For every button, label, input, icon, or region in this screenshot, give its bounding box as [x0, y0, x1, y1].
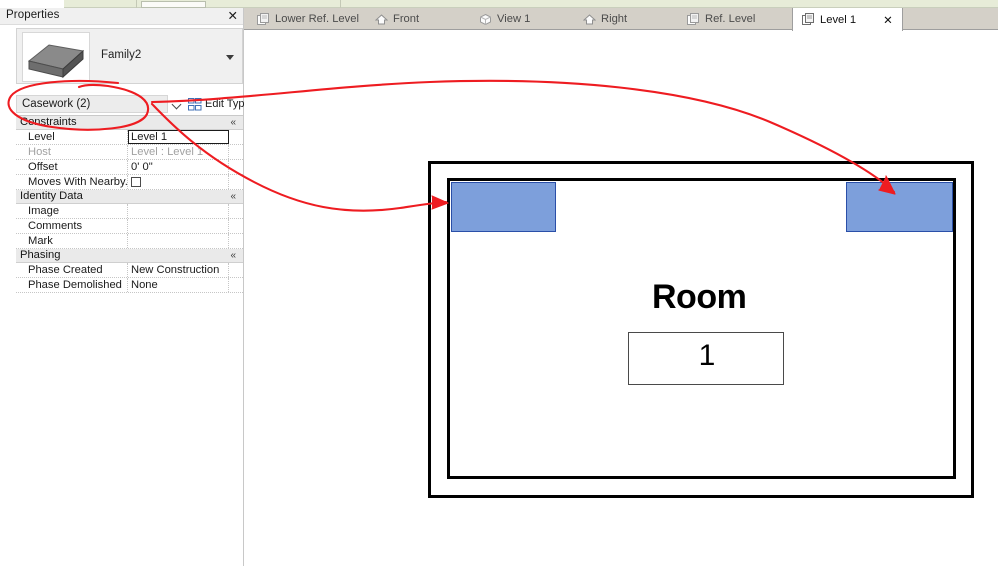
tab-label: Lower Ref. Level [275, 13, 359, 25]
property-name: Image [16, 204, 128, 218]
property-value[interactable]: 0' 0" [128, 160, 229, 174]
property-row-mark[interactable]: Mark [16, 234, 243, 249]
ribbon-divider [136, 0, 137, 8]
family-name-label: Family2 [101, 49, 142, 61]
property-group-header[interactable]: Identity Data « [16, 190, 243, 204]
3d-box-thumbnail [22, 32, 90, 82]
property-name: Phase Demolished [16, 278, 128, 292]
property-value[interactable] [128, 234, 229, 248]
property-row-tail [229, 145, 243, 159]
property-value[interactable]: New Construction [128, 263, 229, 277]
property-row-tail [229, 204, 243, 218]
properties-palette: Properties ✕ Family2 Casework (2) Edit T… [0, 8, 251, 566]
property-row-offset[interactable]: Offset 0' 0" [16, 160, 243, 175]
tab-label: View 1 [497, 13, 531, 25]
view-tab-bar: Lower Ref. Level Front View 1 Right Ref.… [244, 8, 998, 31]
properties-grid: Constraints « Level Level 1 Host Level :… [16, 115, 243, 293]
edit-type-label: Edit Type [205, 98, 251, 110]
category-combo[interactable]: Casework (2) [16, 95, 168, 113]
property-name: Moves With Nearby... [16, 175, 128, 189]
tab-lower-ref-level[interactable]: Lower Ref. Level [248, 8, 368, 30]
properties-titlebar: Properties ✕ [0, 8, 243, 25]
property-name: Level [16, 130, 128, 144]
property-value[interactable]: Level 1 [128, 130, 229, 144]
property-group-header[interactable]: Constraints « [16, 116, 243, 130]
property-row-tail [229, 234, 243, 248]
close-icon[interactable]: ✕ [228, 8, 238, 24]
property-row-comments[interactable]: Comments [16, 219, 243, 234]
property-row-tail [229, 263, 243, 277]
collapse-icon[interactable]: « [230, 117, 236, 129]
property-value: Level : Level 1 [128, 145, 229, 159]
elevation-view-icon [374, 13, 389, 26]
type-selector[interactable]: Family2 [16, 28, 243, 84]
casework-element-left[interactable] [451, 182, 556, 232]
collapse-icon[interactable]: « [230, 191, 236, 203]
room-number-label: 1 [698, 339, 716, 372]
tab-front[interactable]: Front [366, 8, 428, 30]
room-number-box[interactable]: 1 [628, 332, 784, 385]
property-row-phase-demolished[interactable]: Phase Demolished None [16, 278, 243, 293]
property-row-host: Host Level : Level 1 [16, 145, 243, 160]
ribbon-strip [0, 0, 998, 8]
tab-ref-level[interactable]: Ref. Level [678, 8, 764, 30]
room-name-label[interactable]: Room [652, 278, 747, 317]
caret-down-icon[interactable] [226, 55, 234, 60]
plan-view-icon [802, 13, 815, 26]
tab-right[interactable]: Right [574, 8, 636, 30]
tab-label: Level 1 [820, 13, 857, 26]
ribbon-divider [340, 0, 341, 8]
tab-view-1[interactable]: View 1 [470, 8, 539, 30]
3d-view-icon [479, 13, 492, 26]
plan-view-icon [687, 12, 700, 26]
edit-type-icon [188, 97, 202, 111]
property-value[interactable]: None [128, 278, 229, 292]
moves-with-nearby-checkbox[interactable] [131, 177, 141, 187]
tab-label: Right [601, 13, 628, 25]
property-row-moves-with-nearby[interactable]: Moves With Nearby... [16, 175, 243, 190]
chevron-down-icon[interactable] [173, 100, 182, 109]
property-group-header[interactable]: Phasing « [16, 249, 243, 263]
tab-label: Front [393, 13, 420, 25]
tab-label: Ref. Level [705, 13, 756, 25]
group-label: Phasing [20, 249, 61, 261]
property-row-tail [229, 219, 243, 233]
property-row-tail [229, 278, 243, 292]
property-value[interactable] [128, 204, 229, 218]
property-name: Host [16, 145, 128, 159]
tab-close-icon[interactable]: ✕ [883, 13, 893, 27]
property-name: Phase Created [16, 263, 128, 277]
group-label: Identity Data [20, 190, 83, 202]
group-label: Constraints [20, 116, 77, 128]
plan-view-icon [257, 12, 270, 26]
category-selector-row: Casework (2) Edit Type [16, 95, 251, 113]
tab-level-1[interactable]: Level 1 ✕ [792, 8, 903, 31]
property-row-phase-created[interactable]: Phase Created New Construction [16, 263, 243, 278]
property-value[interactable] [128, 175, 229, 189]
ribbon-control[interactable] [141, 1, 206, 8]
category-combo-value: Casework (2) [22, 98, 91, 110]
property-value[interactable] [128, 219, 229, 233]
property-name: Offset [16, 160, 128, 174]
property-row-level[interactable]: Level Level 1 [16, 130, 243, 145]
page-title: Properties [6, 9, 60, 21]
edit-type-button[interactable]: Edit Type [188, 95, 251, 113]
property-row-tail [229, 175, 243, 189]
revit-window: Properties ✕ Family2 Casework (2) Edit T… [0, 0, 998, 566]
property-row-tail [229, 160, 243, 174]
property-name: Mark [16, 234, 128, 248]
collapse-icon[interactable]: « [230, 250, 236, 262]
property-row-image[interactable]: Image [16, 204, 243, 219]
property-name: Comments [16, 219, 128, 233]
casework-element-right[interactable] [846, 182, 953, 232]
elevation-view-icon [582, 13, 597, 26]
